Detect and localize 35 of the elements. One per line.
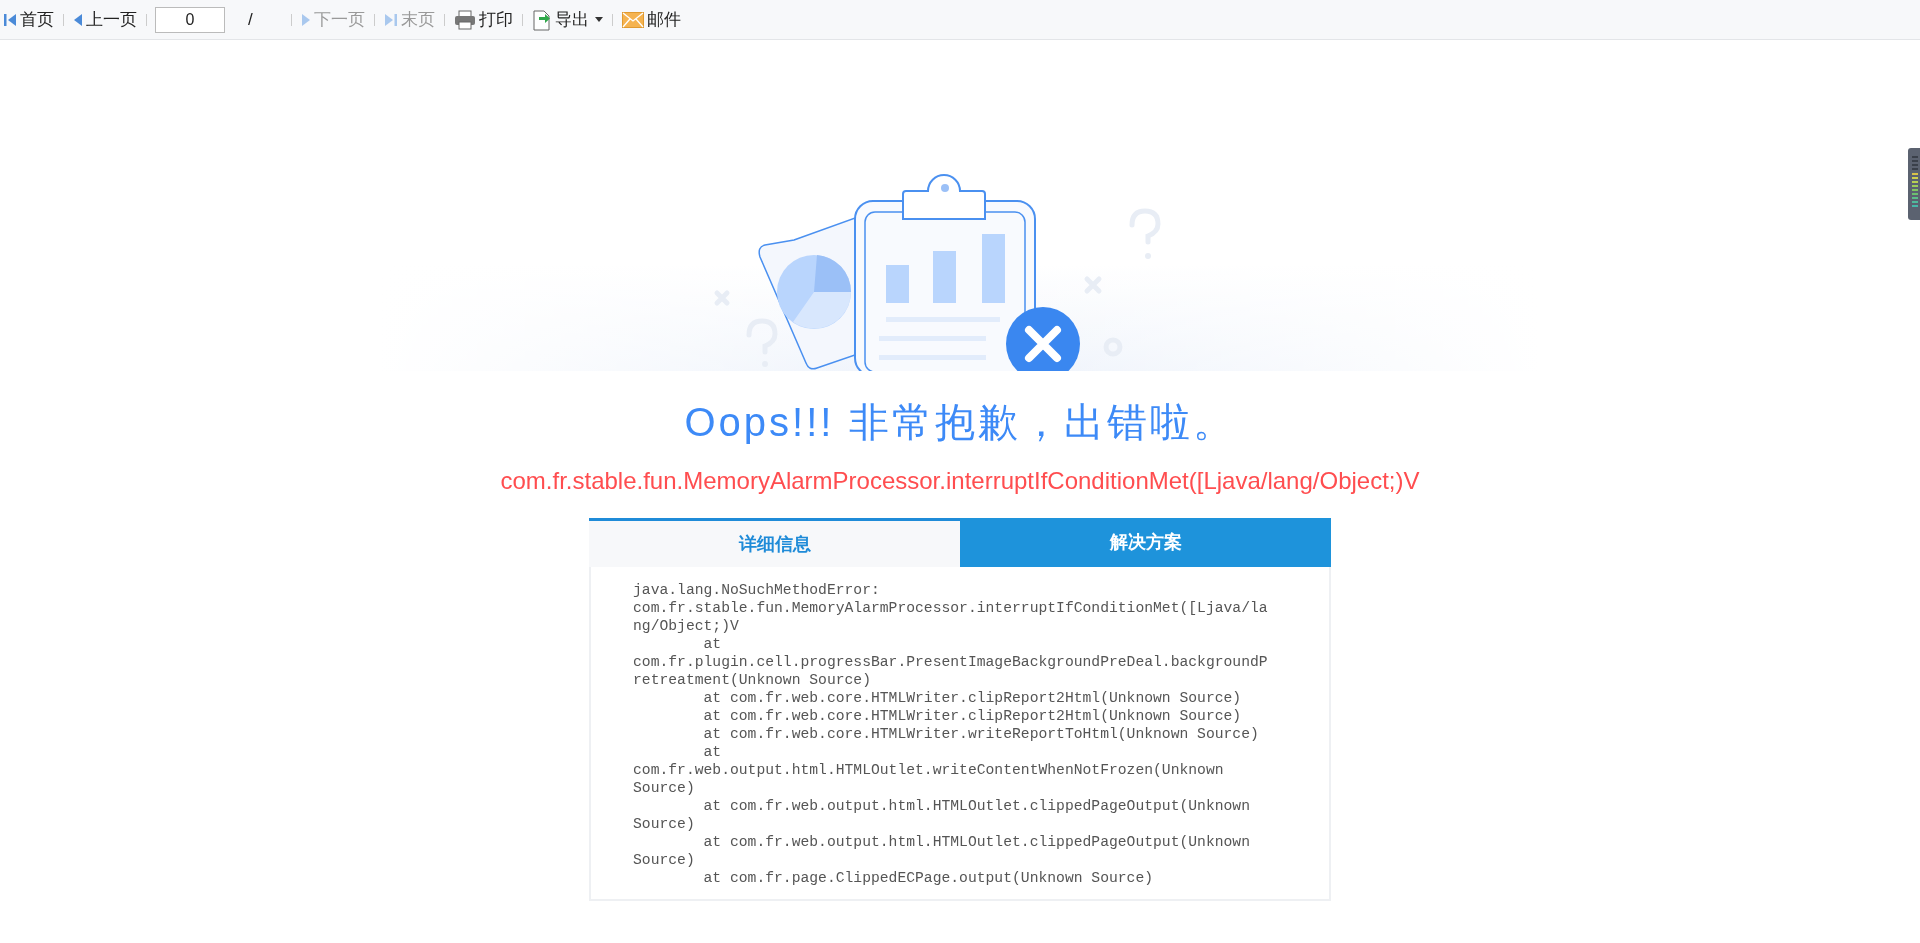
first-page-icon	[3, 11, 17, 28]
page-number-field[interactable]: 0	[155, 6, 225, 33]
toolbar-button[interactable]: 首页	[2, 6, 55, 33]
stack-trace-line: at com.fr.web.output.html.HTMLOutlet.clippedPageOutput(Unknown	[702, 833, 1250, 851]
stack-trace-line: at com.fr.web.core.HTMLWriter.writeReportToHtml(Unknown Source)	[702, 725, 1259, 743]
error-heading: Oops!!! 非常抱歉，出错啦。	[684, 402, 1236, 442]
error-message: com.fr.stable.fun.MemoryAlarmProcessor.interruptIfConditionMet([Ljava/lang/Object;)V	[500, 469, 1420, 493]
stack-trace-line: Source)	[633, 779, 695, 797]
stack-trace-line: Source)	[633, 851, 695, 869]
toolbar-button[interactable]: 邮件	[620, 6, 682, 33]
stack-trace-line: Source)	[633, 815, 695, 833]
envelope-icon	[621, 11, 644, 28]
stack-trace-line: java.lang.NoSuchMethodError:	[633, 581, 880, 599]
stack-trace-line: at com.fr.web.core.HTMLWriter.clipReport2Html(Unknown Source)	[702, 707, 1242, 725]
last-page-icon	[383, 11, 398, 28]
export-icon	[531, 8, 552, 31]
export-dropdown[interactable]: 导出	[530, 6, 604, 33]
stack-trace-line: com.fr.stable.fun.MemoryAlarmProcessor.interruptIfConditionMet([Ljava/la	[633, 599, 1268, 617]
stack-trace-line: at	[702, 743, 722, 761]
stack-trace-line: retreatment(Unknown Source)	[633, 671, 871, 689]
stack-trace-line: at com.fr.web.output.html.HTMLOutlet.clippedPageOutput(Unknown	[702, 797, 1250, 815]
printer-icon	[453, 9, 476, 30]
meter-widget-icon	[1908, 148, 1920, 220]
page-separator: /	[248, 8, 253, 31]
stack-trace-line: at	[702, 635, 722, 653]
stack-trace-line: com.fr.web.output.html.HTMLOutlet.writeContentWhenNotFrozen(Unknown	[633, 761, 1224, 779]
stack-trace-line: com.fr.plugin.cell.progressBar.PresentImageBackgroundPreDeal.backgroundP	[633, 653, 1268, 671]
toolbar-button[interactable]: 上一页	[72, 6, 138, 33]
previous-icon	[73, 11, 83, 28]
toolbar-button[interactable]: 打印	[452, 6, 514, 33]
stack-trace-line: at com.fr.page.ClippedECPage.output(Unknown Source)	[702, 869, 1154, 887]
next-icon	[300, 11, 311, 28]
stack-trace-line: at com.fr.web.core.HTMLWriter.clipReport2Html(Unknown Source)	[702, 689, 1242, 707]
stack-trace-line: ng/Object;)V	[633, 617, 739, 635]
caret-icon	[594, 17, 603, 22]
